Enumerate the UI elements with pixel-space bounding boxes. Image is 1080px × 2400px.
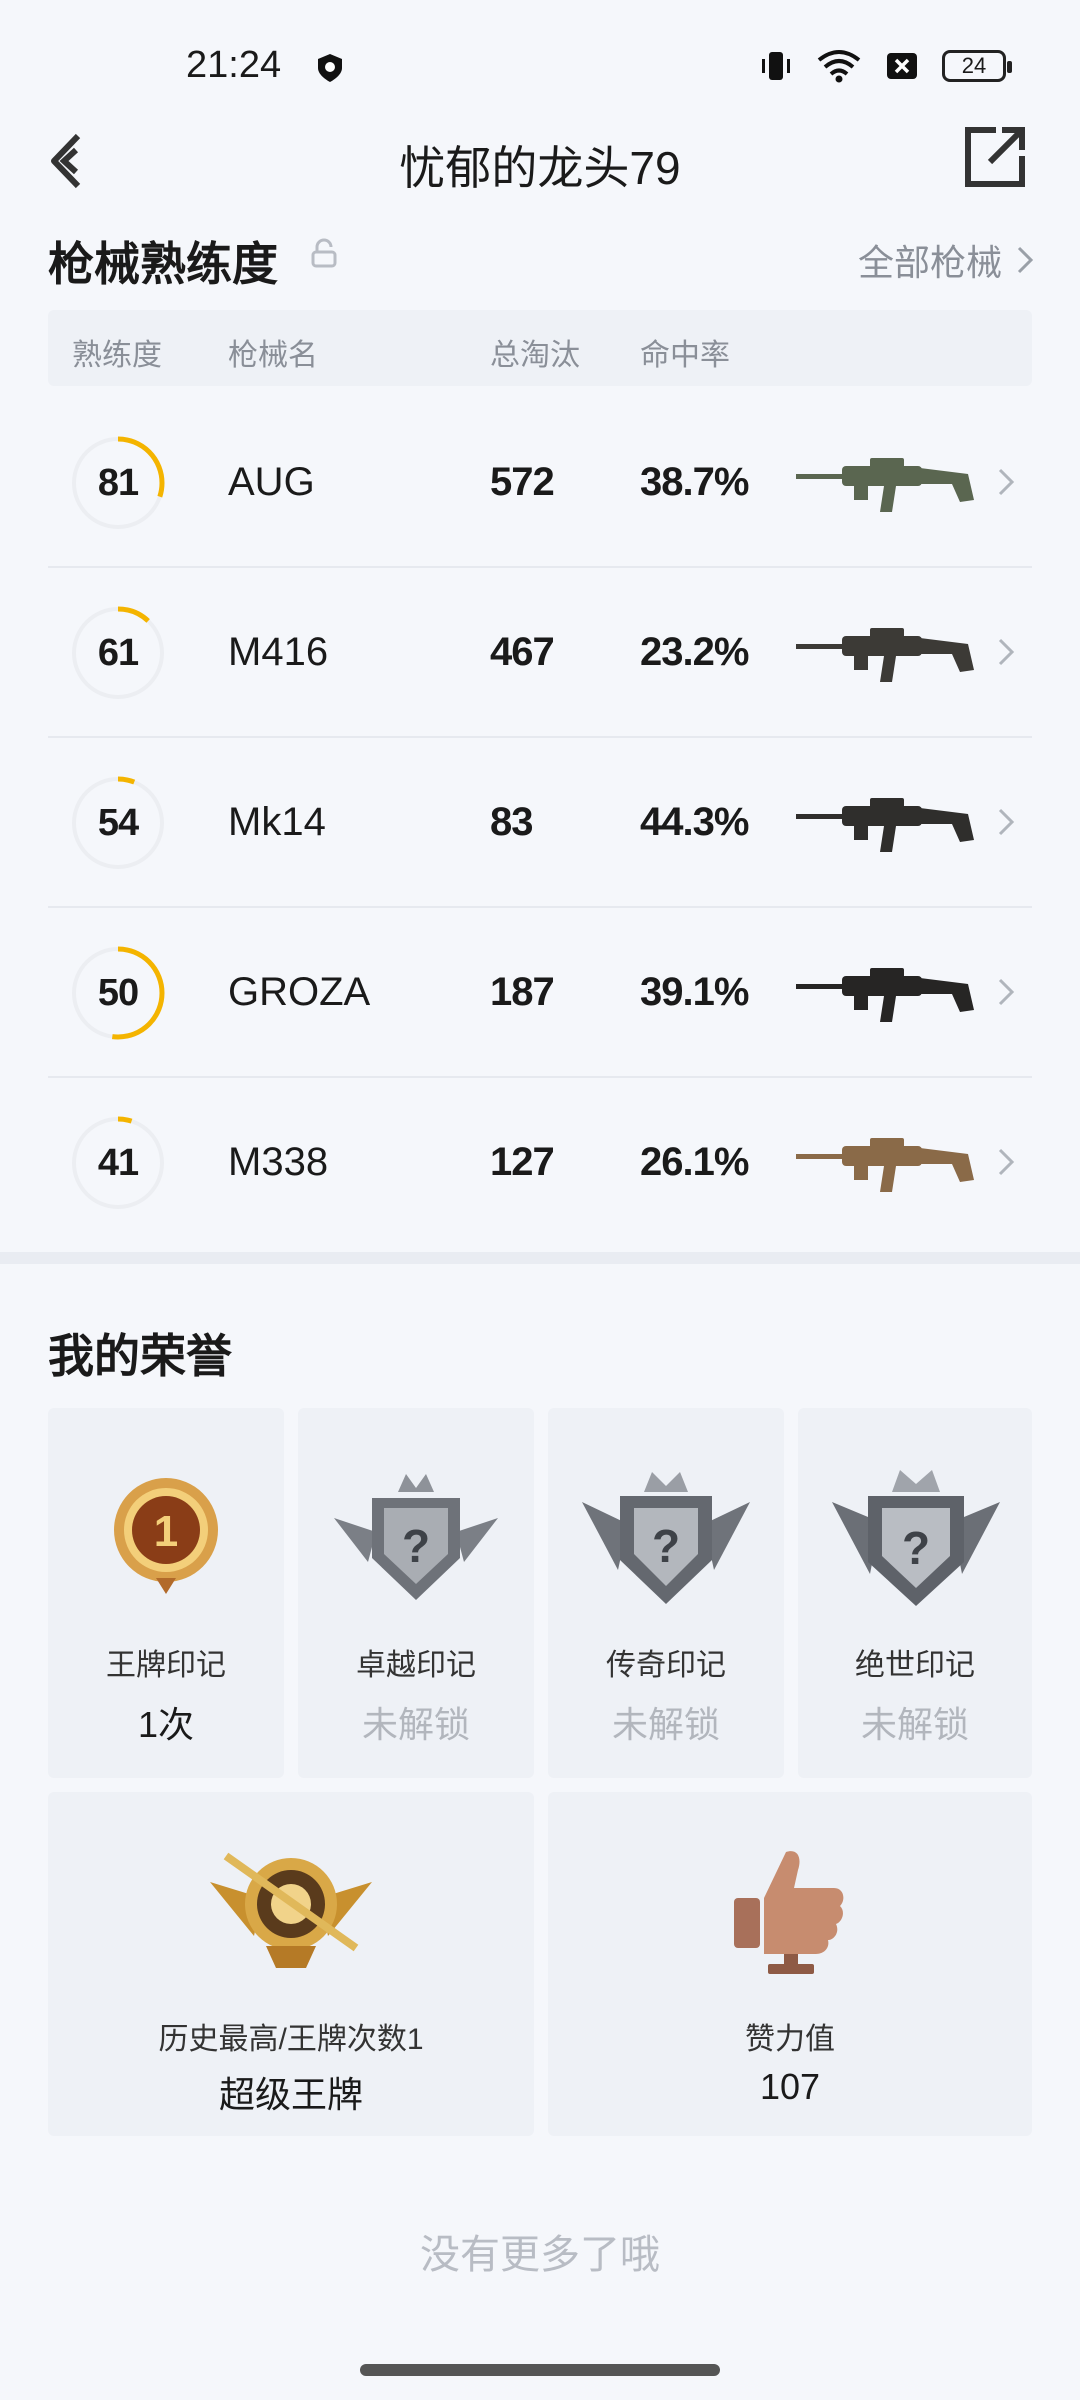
vibrate-icon (762, 52, 790, 80)
weapon-image-icon (796, 798, 974, 852)
weapon-kills: 127 (490, 1140, 555, 1184)
weapon-kills: 467 (490, 630, 555, 674)
all-weapons-label: 全部枪械 (857, 242, 1002, 283)
page-title: 忧郁的龙头79 (399, 142, 681, 194)
super-ace-emblem-icon (210, 1852, 372, 1968)
chevron-right-icon (998, 638, 1015, 666)
weapon-name: AUG (228, 460, 315, 504)
lock-icon[interactable] (310, 238, 338, 268)
share-icon[interactable] (962, 124, 1028, 190)
proficiency-level: 41 (97, 1142, 139, 1184)
no-sim-icon (887, 53, 917, 79)
proficiency-level: 54 (97, 802, 139, 844)
honor-label: 传奇印记 (606, 1649, 726, 1682)
weapon-accuracy: 38.7% (640, 460, 749, 504)
proficiency-level: 50 (97, 972, 139, 1014)
honor-card-excellence[interactable]: ? 卓越印记 未解锁 (298, 1408, 534, 1778)
honor-label: 历史最高/王牌次数1 (158, 2023, 424, 2056)
weapon-image-icon (796, 458, 974, 512)
weapon-accuracy: 23.2% (640, 630, 749, 674)
section-divider (0, 1252, 1080, 1264)
weapon-accuracy: 26.1% (640, 1140, 749, 1184)
honor-label: 王牌印记 (106, 1649, 226, 1682)
weapon-kills: 572 (490, 460, 555, 504)
honor-value: 107 (759, 2066, 821, 2107)
column-header: 熟练度 (72, 339, 162, 372)
honor-value: 未解锁 (611, 1704, 720, 1745)
chevron-right-icon (998, 978, 1015, 1006)
weapon-accuracy: 44.3% (640, 800, 749, 844)
column-header: 命中率 (640, 339, 730, 372)
column-header: 总淘汰 (490, 339, 580, 372)
weapon-image-icon (796, 968, 974, 1022)
weapon-name: M338 (228, 1140, 329, 1184)
thumbs-up-trophy-icon (734, 1851, 844, 1974)
chevron-right-icon (998, 468, 1015, 496)
proficiency-level: 61 (97, 632, 139, 674)
weapon-image-icon (796, 1138, 974, 1192)
weapon-row[interactable]: 41 M338 127 26.1% (48, 1078, 1032, 1248)
honor-card-highest-tier[interactable]: 历史最高/王牌次数1 超级王牌 (48, 1792, 534, 2136)
wifi-icon (817, 50, 861, 83)
weapon-row[interactable]: 54 Mk14 83 44.3% (48, 738, 1032, 908)
weapon-name: Mk14 (228, 800, 326, 844)
honors-title: 我的荣誉 (48, 1330, 232, 1382)
honor-card-legend[interactable]: ? 传奇印记 未解锁 (548, 1408, 784, 1778)
svg-text:?: ? (652, 1520, 680, 1572)
end-of-list-text: 没有更多了哦 (420, 2233, 660, 2277)
battery-indicator: 24 (942, 50, 1012, 82)
svg-text:1: 1 (154, 1507, 178, 1556)
weapon-kills: 187 (490, 970, 555, 1014)
peerless-badge-icon: ? (832, 1470, 1000, 1606)
chevron-right-icon (998, 808, 1015, 836)
status-time: 21:24 (186, 44, 282, 86)
weapon-name: GROZA (228, 970, 371, 1014)
all-weapons-link[interactable]: 全部枪械 (858, 234, 1034, 286)
home-indicator[interactable] (360, 2364, 720, 2376)
status-bar: 21:24 24 (0, 0, 1080, 120)
weapon-accuracy: 39.1% (640, 970, 749, 1014)
honor-value: 未解锁 (361, 1704, 470, 1745)
honor-card-likes[interactable]: 赞力值 107 (548, 1792, 1032, 2136)
honor-value: 未解锁 (860, 1704, 969, 1745)
weapon-proficiency-title: 枪械熟练度 (48, 238, 278, 290)
weapon-row[interactable]: 81 AUG 572 38.7% (48, 398, 1032, 568)
honor-card-ace[interactable]: 1 王牌印记 1次 (48, 1408, 284, 1778)
honor-label: 卓越印记 (356, 1649, 476, 1682)
svg-text:?: ? (902, 1522, 930, 1574)
column-header: 枪械名 (228, 339, 318, 372)
excellence-badge-icon: ? (334, 1474, 498, 1600)
chevron-right-icon (1017, 246, 1034, 274)
weapon-table-header: 熟练度 枪械名 总淘汰 命中率 (48, 310, 1032, 386)
legend-badge-icon: ? (582, 1472, 750, 1604)
weapon-row[interactable]: 61 M416 467 23.2% (48, 568, 1032, 738)
shield-icon (318, 54, 342, 82)
honor-card-peerless[interactable]: ? 绝世印记 未解锁 (798, 1408, 1032, 1778)
proficiency-level: 81 (97, 462, 139, 504)
honor-label: 赞力值 (745, 2023, 835, 2056)
weapon-image-icon (796, 628, 974, 682)
weapon-kills: 83 (490, 800, 533, 844)
weapon-row[interactable]: 50 GROZA 187 39.1% (48, 908, 1032, 1078)
honor-value: 1次 (137, 1704, 195, 1745)
ace-medal-icon: 1 (114, 1478, 218, 1594)
honor-label: 绝世印记 (855, 1649, 975, 1682)
weapon-name: M416 (228, 630, 329, 674)
top-app-bar: 忧郁的龙头79 (0, 110, 1080, 210)
honor-value: 超级王牌 (218, 2074, 363, 2115)
svg-text:?: ? (402, 1520, 430, 1572)
chevron-right-icon (998, 1148, 1015, 1176)
